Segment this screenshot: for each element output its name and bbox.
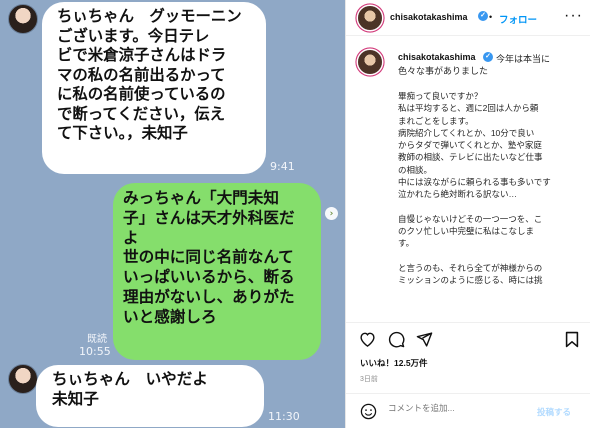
more-options-icon[interactable]: ··· — [564, 7, 583, 25]
chat-bubble-incoming: ちぃちゃん グッモーニン ございます。今日テレ ビで米倉涼子さんはドラ マの私の… — [42, 2, 266, 174]
post-header: chisakotakashima ✓ • フォロー ··· — [346, 0, 590, 36]
emoji-icon[interactable] — [359, 402, 377, 420]
chat-bubble-incoming: ちぃちゃん いやだよ 未知子 — [36, 365, 264, 427]
chat-screenshot: ちぃちゃん グッモーニン ございます。今日テレ ビで米倉涼子さんはドラ マの私の… — [0, 0, 345, 428]
timestamp: 9:41 — [270, 160, 295, 173]
verified-badge-icon: ✓ — [478, 11, 488, 21]
caption-text: 畢痴って良いですか？ 私は平均すると、週に2回は人から頼 まれごとをします。 病… — [398, 91, 551, 285]
profile-avatar[interactable] — [358, 6, 382, 30]
comment-icon[interactable] — [387, 330, 405, 348]
comment-bar: 投稿する — [346, 393, 590, 428]
caption-avatar[interactable] — [358, 50, 382, 74]
share-icon[interactable] — [415, 330, 433, 348]
timestamp: 10:55 — [79, 345, 111, 358]
post-comment-button[interactable]: 投稿する — [537, 406, 571, 418]
header-username[interactable]: chisakotakashima — [390, 12, 468, 22]
chevron-right-icon[interactable]: › — [325, 207, 338, 220]
post-age: 3日前 — [360, 376, 378, 383]
comment-input[interactable] — [388, 403, 528, 413]
timestamp: 11:30 — [268, 410, 300, 423]
caption-first-line: 今年は本当に — [496, 54, 551, 64]
bookmark-icon[interactable] — [563, 330, 581, 348]
sender-avatar — [8, 364, 38, 394]
caption-second-line: 色々な事がありました — [398, 66, 489, 76]
separator-dot: • — [489, 12, 493, 22]
follow-button[interactable]: フォロー — [499, 12, 537, 26]
like-count[interactable]: いいね！12.5万件 — [360, 357, 428, 369]
chat-bubble-outgoing: みっちゃん「大門未知 子」さんは天才外科医だ よ 世の中に同じ名前なんて いっぱ… — [113, 183, 321, 360]
sender-avatar — [8, 4, 38, 34]
instagram-post: chisakotakashima ✓ • フォロー ··· chisakotak… — [345, 0, 590, 428]
read-receipt: 既読 — [87, 334, 107, 345]
post-actions — [346, 322, 590, 354]
caption-username[interactable]: chisakotakashima — [398, 52, 476, 62]
verified-badge-icon: ✓ — [483, 52, 493, 62]
heart-icon[interactable] — [358, 330, 376, 348]
